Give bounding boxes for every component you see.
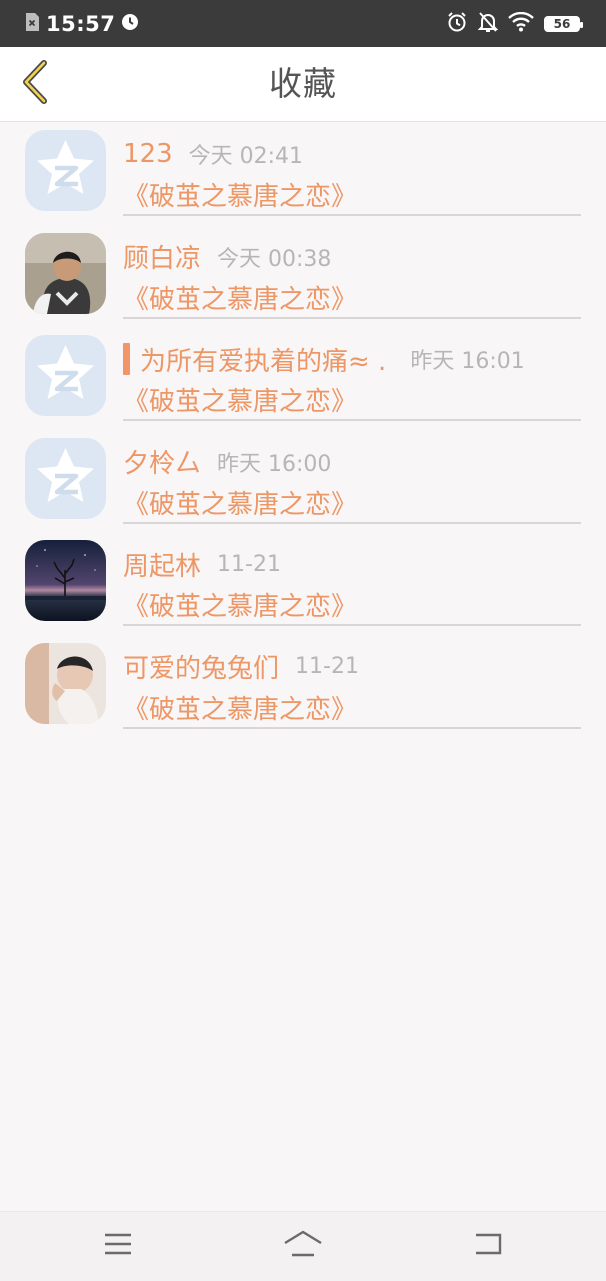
chevron-left-icon [20, 60, 50, 108]
list-item[interactable]: 可爱的兔兔们 11-21 《破茧之慕唐之恋》 [0, 635, 606, 738]
status-right: 56 [446, 10, 583, 38]
item-name: 周起林 [123, 551, 202, 582]
list-item[interactable]: 周起林 11-21 《破茧之慕唐之恋》 [0, 532, 606, 635]
header: 收藏 [0, 47, 606, 122]
home-icon [282, 1229, 324, 1263]
wifi-icon [508, 11, 534, 36]
item-text: 《破茧之慕唐之恋》 [123, 592, 358, 622]
item-name: 123 [123, 139, 173, 169]
item-text: 《破茧之慕唐之恋》 [123, 182, 358, 212]
item-content: 可爱的兔兔们 11-21 《破茧之慕唐之恋》 [123, 647, 581, 729]
item-time: 昨天 16:00 [217, 451, 332, 477]
favorites-list: 123 今天 02:41 《破茧之慕唐之恋》 顾白凉 今天 00:38 《破茧之… [0, 122, 606, 737]
status-bar: 15:57 56 [0, 0, 606, 47]
item-name: 顾白凉 [123, 244, 202, 274]
sim-error-icon [24, 12, 40, 36]
status-left: 15:57 [24, 10, 139, 38]
item-content: 顾白凉 今天 00:38 《破茧之慕唐之恋》 [123, 237, 581, 319]
photo-avatar-child[interactable] [25, 232, 106, 314]
list-item[interactable]: 为所有爱执着的痛≈ . 昨天 16:01 《破茧之慕唐之恋》 [0, 327, 606, 430]
back-button[interactable] [10, 57, 60, 111]
menu-icon [103, 1232, 133, 1260]
item-time: 11-21 [217, 551, 281, 577]
item-content: 为所有爱执着的痛≈ . 昨天 16:01 《破茧之慕唐之恋》 [123, 339, 581, 421]
qq-default-avatar[interactable] [25, 130, 106, 211]
item-text: 《破茧之慕唐之恋》 [123, 284, 358, 315]
notifications-off-icon [477, 11, 499, 37]
item-time: 11-21 [295, 654, 359, 679]
alarm-icon [121, 13, 139, 35]
item-name: 夕柃厶 [123, 449, 202, 479]
list-item[interactable]: 123 今天 02:41 《破茧之慕唐之恋》 [0, 122, 606, 225]
back-icon [472, 1231, 504, 1261]
item-content: 周起林 11-21 《破茧之慕唐之恋》 [123, 544, 581, 626]
back-nav-button[interactable] [458, 1224, 518, 1268]
item-time: 昨天 16:01 [410, 349, 525, 374]
item-text: 《破茧之慕唐之恋》 [123, 489, 358, 520]
list-item[interactable]: 夕柃厶 昨天 16:00 《破茧之慕唐之恋》 [0, 430, 606, 533]
item-name: 可爱的兔兔们 [123, 654, 280, 684]
navigation-bar [0, 1211, 606, 1281]
alarm-icon [446, 11, 468, 37]
battery-level: 56 [553, 17, 571, 31]
item-text: 《破茧之慕唐之恋》 [123, 387, 358, 417]
photo-avatar-person[interactable] [25, 642, 106, 724]
item-time: 今天 00:38 [217, 246, 332, 272]
item-content: 夕柃厶 昨天 16:00 《破茧之慕唐之恋》 [123, 442, 581, 524]
list-item[interactable]: 顾白凉 今天 00:38 《破茧之慕唐之恋》 [0, 225, 606, 328]
photo-avatar-night-tree[interactable] [25, 540, 106, 621]
menu-button[interactable] [88, 1224, 148, 1268]
home-button[interactable] [273, 1224, 333, 1268]
page-title: 收藏 [269, 64, 337, 103]
qq-default-avatar[interactable] [25, 335, 106, 416]
qq-default-avatar[interactable] [25, 437, 106, 519]
item-content: 123 今天 02:41 《破茧之慕唐之恋》 [123, 134, 581, 216]
item-time: 今天 02:41 [188, 144, 304, 169]
battery-icon: 56 [544, 16, 583, 32]
status-time: 15:57 [46, 12, 116, 36]
item-name: 为所有爱执着的痛≈ . [140, 346, 387, 377]
item-text: 《破茧之慕唐之恋》 [123, 694, 358, 725]
name-prefix-bar [123, 343, 130, 375]
